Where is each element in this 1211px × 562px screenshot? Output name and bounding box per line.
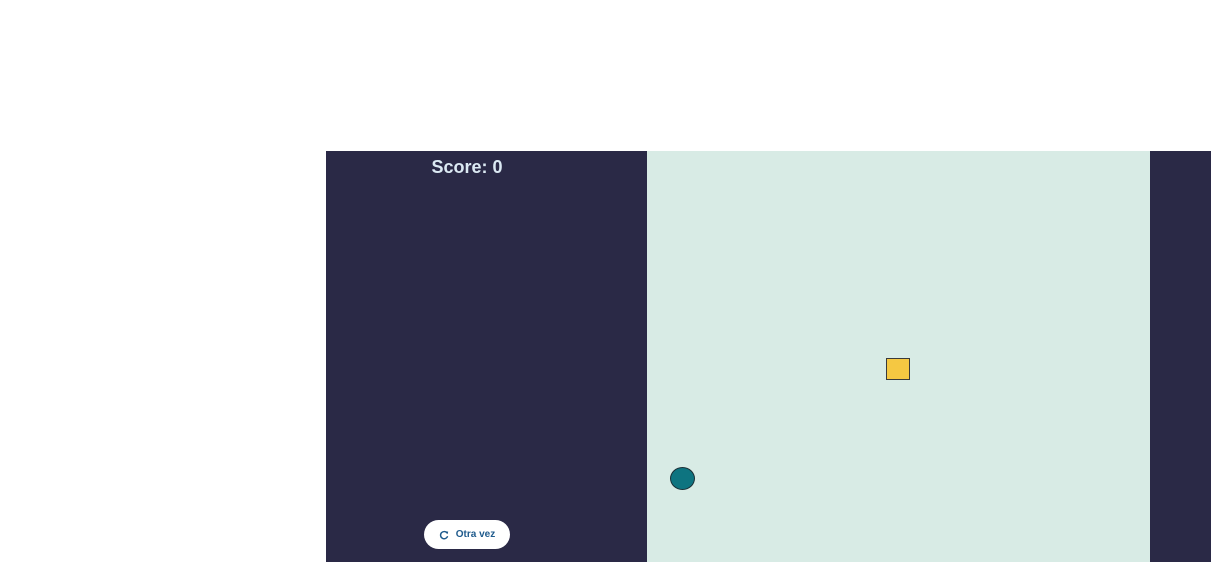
score-label: Score: xyxy=(431,157,488,177)
refresh-icon xyxy=(439,530,449,540)
score-display: Score: 0 xyxy=(326,157,608,177)
food-square xyxy=(886,358,910,380)
side-panel: Score: 0 Otra vez xyxy=(326,151,647,562)
game-board[interactable] xyxy=(647,151,1150,562)
player-ball xyxy=(670,467,695,490)
page: Score: 0 Otra vez xyxy=(0,0,1211,562)
replay-button[interactable]: Otra vez xyxy=(424,520,510,549)
score-value: 0 xyxy=(492,157,503,177)
replay-button-label: Otra vez xyxy=(455,529,496,540)
game-frame: Score: 0 Otra vez xyxy=(326,151,1211,562)
